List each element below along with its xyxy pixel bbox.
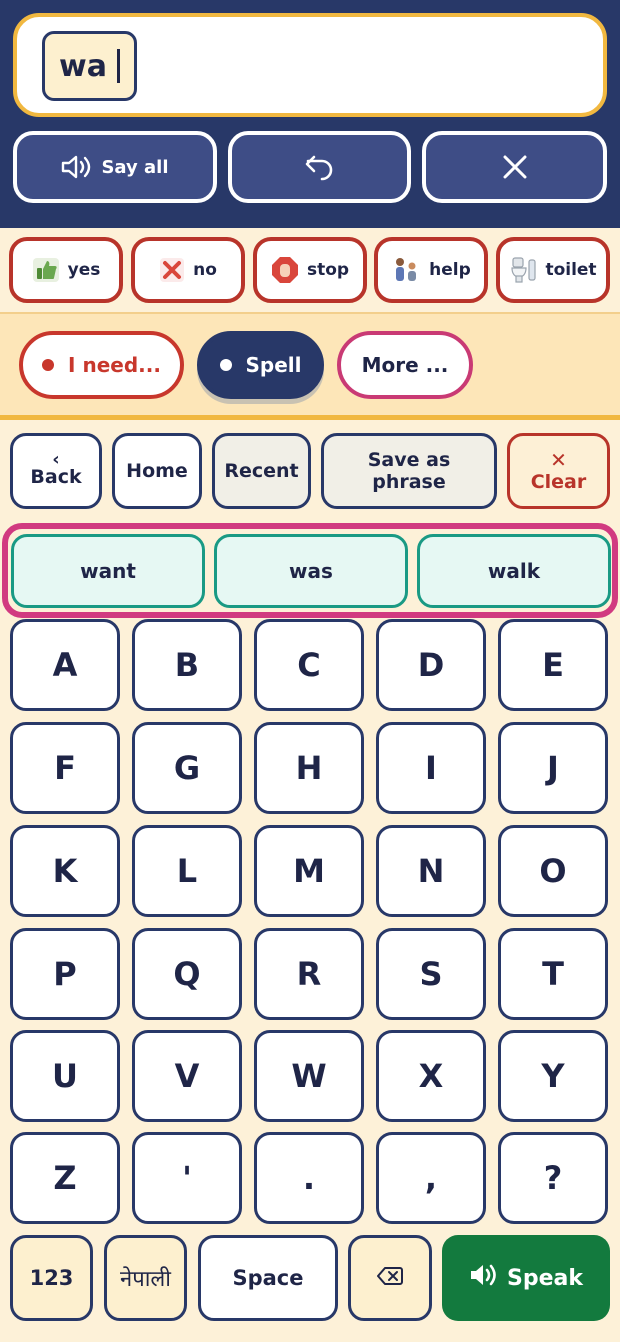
cross-icon <box>159 257 185 283</box>
text-cursor <box>116 49 120 83</box>
key-t[interactable]: T <box>498 928 608 1020</box>
mode-more-button[interactable]: More ... <box>337 331 473 399</box>
suggestion-walk[interactable]: walk <box>417 534 611 608</box>
key-f[interactable]: F <box>10 722 120 814</box>
say-all-button[interactable]: Say all <box>13 131 217 203</box>
quick-phrase-row: yes no stop help toilet <box>0 228 620 314</box>
key-y[interactable]: Y <box>498 1030 608 1122</box>
recent-button[interactable]: Recent <box>212 433 311 509</box>
mode-spell-button[interactable]: Spell <box>197 331 324 399</box>
key-comma[interactable]: , <box>376 1132 486 1224</box>
key-period[interactable]: . <box>254 1132 364 1224</box>
clear-button[interactable]: ✕ Clear <box>507 433 610 509</box>
key-n[interactable]: N <box>376 825 486 917</box>
key-x[interactable]: X <box>376 1030 486 1122</box>
typed-word: wa <box>59 48 107 84</box>
mode-label: Spell <box>245 353 302 377</box>
help-person-icon <box>391 256 421 284</box>
key-question-mark[interactable]: ? <box>498 1132 608 1224</box>
recent-label: Recent <box>224 460 299 482</box>
key-i[interactable]: I <box>376 722 486 814</box>
key-e[interactable]: E <box>498 619 608 711</box>
key-r[interactable]: R <box>254 928 364 1020</box>
quick-phrase-label: no <box>193 260 217 280</box>
message-display[interactable]: wa <box>13 13 607 117</box>
key-u[interactable]: U <box>10 1030 120 1122</box>
key-c[interactable]: C <box>254 619 364 711</box>
key-o[interactable]: O <box>498 825 608 917</box>
back-arrow-icon: ‹ <box>52 449 60 470</box>
key-m[interactable]: M <box>254 825 364 917</box>
typed-word-chip[interactable]: wa <box>42 31 137 101</box>
quick-phrase-stop[interactable]: stop <box>253 237 367 303</box>
key-q[interactable]: Q <box>132 928 242 1020</box>
close-icon <box>502 154 528 180</box>
clear-label: Clear <box>530 471 587 493</box>
key-j[interactable]: J <box>498 722 608 814</box>
speak-label: Speak <box>507 1265 583 1291</box>
clear-x-icon: ✕ <box>550 448 567 472</box>
mode-label: I need... <box>68 353 161 377</box>
quick-phrase-no[interactable]: no <box>131 237 245 303</box>
word-suggestions: want was walk <box>2 523 618 618</box>
quick-phrase-label: toilet <box>545 260 597 280</box>
space-key[interactable]: Space <box>198 1235 338 1321</box>
suggestion-was[interactable]: was <box>214 534 408 608</box>
key-l[interactable]: L <box>132 825 242 917</box>
key-a[interactable]: A <box>10 619 120 711</box>
save-as-phrase-button[interactable]: Save as phrase <box>321 433 497 509</box>
home-label: Home <box>126 460 188 482</box>
say-all-label: Say all <box>101 156 169 178</box>
key-p[interactable]: P <box>10 928 120 1020</box>
home-button[interactable]: Home <box>112 433 202 509</box>
save-label-line1: Save as <box>367 449 451 471</box>
backspace-key[interactable] <box>348 1235 432 1321</box>
quick-phrase-help[interactable]: help <box>374 237 488 303</box>
key-w[interactable]: W <box>254 1030 364 1122</box>
quick-phrase-label: yes <box>67 260 101 280</box>
key-d[interactable]: D <box>376 619 486 711</box>
key-b[interactable]: B <box>132 619 242 711</box>
speak-button[interactable]: Speak <box>442 1235 610 1321</box>
key-z[interactable]: Z <box>10 1132 120 1224</box>
quick-phrase-label: help <box>429 260 471 280</box>
undo-button[interactable] <box>228 131 411 203</box>
quick-phrase-toilet[interactable]: toilet <box>496 237 610 303</box>
speaker-icon <box>61 155 95 179</box>
back-button[interactable]: ‹ Back <box>10 433 102 509</box>
language-key[interactable]: नेपाली <box>104 1235 187 1321</box>
thumbs-up-icon <box>32 257 60 283</box>
toilet-icon <box>509 256 537 284</box>
suggestion-want[interactable]: want <box>11 534 205 608</box>
back-label: Back <box>30 466 82 488</box>
numbers-key[interactable]: 123 <box>10 1235 93 1321</box>
key-g[interactable]: G <box>132 722 242 814</box>
dot-icon <box>219 359 232 371</box>
key-h[interactable]: H <box>254 722 364 814</box>
quick-phrase-yes[interactable]: yes <box>9 237 123 303</box>
save-label-line2: phrase <box>372 471 446 493</box>
undo-icon <box>304 153 336 181</box>
mode-label: More ... <box>361 353 449 377</box>
quick-phrase-label: stop <box>306 260 350 280</box>
speaker-icon <box>469 1263 507 1293</box>
mode-row: I need... Spell More ... <box>0 314 620 420</box>
key-apostrophe[interactable]: ' <box>132 1132 242 1224</box>
stop-hand-icon <box>271 256 299 284</box>
backspace-icon <box>377 1266 403 1291</box>
key-s[interactable]: S <box>376 928 486 1020</box>
top-bar: wa Say all <box>0 0 620 228</box>
dot-icon <box>42 359 55 371</box>
mode-i-need-button[interactable]: I need... <box>19 331 184 399</box>
key-v[interactable]: V <box>132 1030 242 1122</box>
close-button[interactable] <box>422 131 607 203</box>
key-k[interactable]: K <box>10 825 120 917</box>
